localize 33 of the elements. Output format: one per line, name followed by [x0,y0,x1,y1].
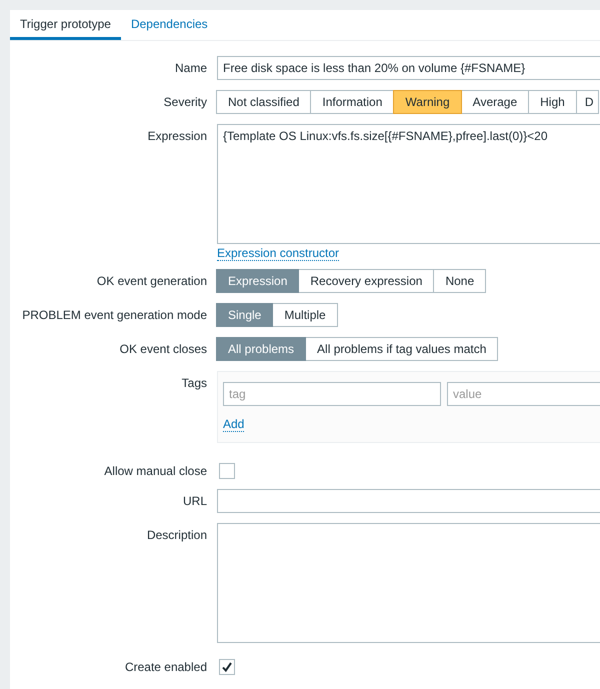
option-button[interactable]: Recovery expression [298,269,434,293]
checkbox[interactable] [219,463,235,479]
field-label: Tags [182,375,207,392]
field-label: OK event generation [96,273,207,290]
option-button[interactable]: Multiple [272,303,338,327]
field-label: Expression [148,128,207,145]
value-field[interactable]: value [447,382,600,406]
add-link[interactable]: Add [223,417,244,432]
field-label: URL [182,493,207,510]
tab[interactable]: Dependencies [120,10,218,40]
field-label: Severity [164,94,207,111]
field-label: Name [174,60,207,77]
field-label: Create enabled [124,659,207,676]
option-button[interactable]: Average [460,90,530,114]
field-label: Description [146,527,207,544]
description-field[interactable] [217,523,600,643]
field-label: Allow manual close [104,463,207,480]
option-button[interactable]: All problems if tag values match [305,337,498,361]
url-field[interactable] [217,489,600,513]
option-button[interactable]: Information [310,90,394,114]
option-button[interactable]: None [433,269,486,293]
tab[interactable]: Trigger prototype [10,10,121,40]
option-button[interactable]: High [528,90,577,114]
tag-field[interactable]: tag [223,382,441,406]
option-button[interactable]: Not classified [216,90,312,114]
checkbox[interactable] [219,659,235,675]
field-label: OK event closes [120,341,207,358]
expression-constructor-link[interactable]: Expression constructor [217,246,340,261]
field-label: PROBLEM event generation mode [22,307,207,324]
expression-field[interactable]: {Template OS Linux:vfs.fs.size[{#FSNAME},pfree].last(0)}<20 [217,124,600,244]
name-field[interactable]: Free disk space is less than 20% on volume {#FSNAME} [217,56,600,80]
option-button[interactable]: D [576,90,598,114]
option-button[interactable]: Warning [393,90,462,114]
